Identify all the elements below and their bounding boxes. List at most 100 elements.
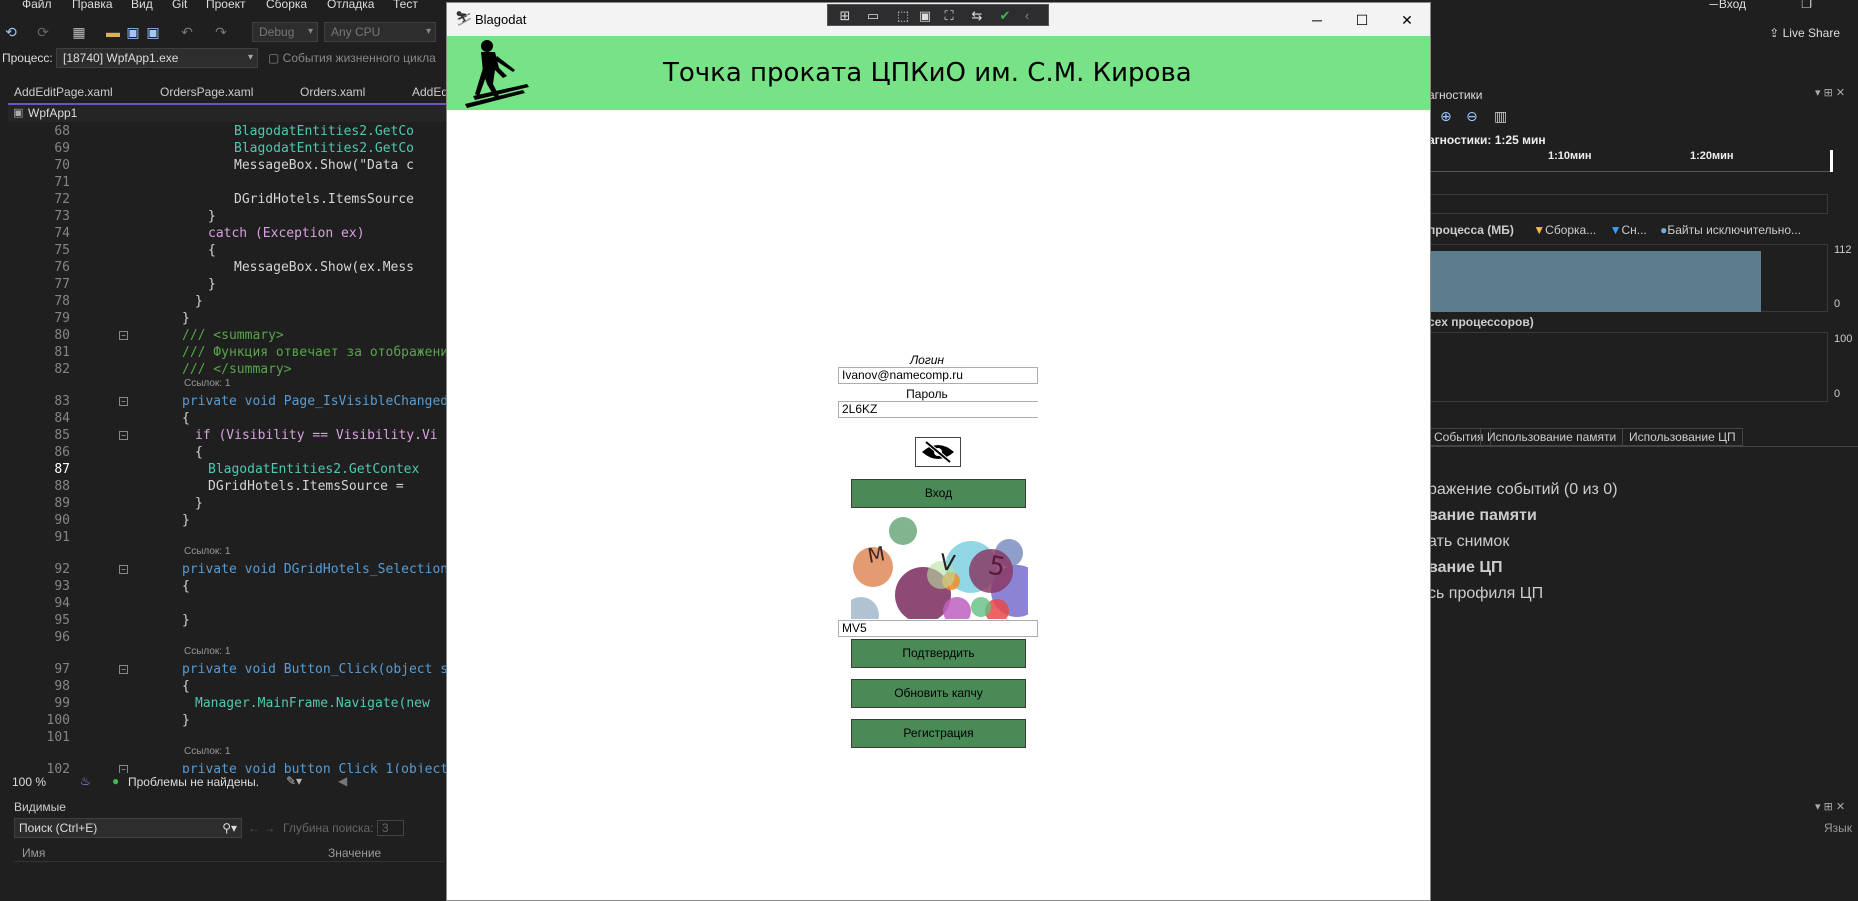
tab-added[interactable]: AddEd — [412, 85, 448, 99]
code-line[interactable]: 96 — [8, 629, 448, 646]
fold-toggle-icon[interactable]: − — [119, 331, 128, 340]
platform-combo[interactable]: Any CPU — [324, 22, 436, 42]
reference-count[interactable]: Ссылок: 1 — [184, 646, 230, 657]
maximize-icon[interactable]: ☐ — [1340, 7, 1384, 33]
app-titlebar[interactable]: ⛷ Blagodat ⊞ ▭ ⬚ ▣ ⛶ ⇆ ✔ ‹ ─ ☐ ✕ — [447, 3, 1430, 36]
menu-view[interactable]: Вид — [131, 0, 153, 11]
code-line[interactable]: 70 MessageBox.Show("Data c — [8, 157, 448, 174]
process-combo[interactable]: [18740] WpfApp1.exe — [56, 48, 258, 68]
fold-toggle-icon[interactable]: − — [119, 665, 128, 674]
save-all-icon[interactable]: ▣ — [144, 23, 162, 41]
diag-item-snapshot[interactable]: ать снимок — [1428, 533, 1509, 551]
refresh-captcha-button[interactable]: Обновить капчу — [851, 679, 1026, 708]
reference-count[interactable]: Ссылок: 1 — [184, 378, 230, 389]
hot-reload-ok-icon[interactable]: ✔ — [996, 7, 1014, 25]
code-line[interactable]: 89} — [8, 495, 448, 512]
menu-project[interactable]: Проект — [206, 0, 246, 11]
locals-search-input[interactable]: Поиск (Ctrl+E) ⚲▾ — [14, 818, 242, 838]
zoom-out-icon[interactable]: ⊖ — [1466, 108, 1478, 125]
diag-item-events[interactable]: ражение событий (0 из 0) — [1428, 481, 1618, 499]
tab-orderspage[interactable]: OrdersPage.xaml — [160, 85, 253, 99]
tab-orders[interactable]: Orders.xaml — [300, 85, 365, 99]
code-line[interactable]: 72 DGridHotels.ItemsSource — [8, 191, 448, 208]
code-line[interactable]: 71 — [8, 174, 448, 191]
code-line[interactable]: 69 BlagodatEntities2.GetCo — [8, 140, 448, 157]
code-line[interactable]: 91 — [8, 529, 448, 546]
save-icon[interactable]: ▣ — [124, 23, 142, 41]
menu-edit[interactable]: Правка — [72, 0, 113, 11]
collapse-toolbar-icon[interactable]: ‹ — [1018, 7, 1036, 25]
code-line[interactable]: 88 DGridHotels.ItemsSource = — [8, 478, 448, 495]
memory-chart[interactable] — [1430, 244, 1828, 312]
reference-count[interactable]: Ссылок: 1 — [184, 746, 230, 757]
enter-button[interactable]: Вход — [851, 479, 1026, 508]
lifecycle-events[interactable]: ▢ События жизненного цикла — [268, 51, 436, 65]
zoom-in-icon[interactable]: ⊕ — [1440, 108, 1452, 125]
layout-adorners-icon[interactable]: ▣ — [916, 7, 934, 25]
code-line[interactable]: 78} — [8, 293, 448, 310]
menu-file[interactable]: Файл — [22, 0, 52, 11]
code-line[interactable]: 74 catch (Exception ex) — [8, 225, 448, 242]
col-name[interactable]: Имя — [22, 846, 45, 860]
back-icon[interactable]: ⟲ — [2, 23, 20, 41]
confirm-button[interactable]: Подтвердить — [851, 639, 1026, 668]
live-share-button[interactable]: ⇪ Live Share — [1769, 26, 1840, 40]
diag-item-memory[interactable]: вание памяти — [1428, 507, 1537, 525]
redo-icon[interactable]: ↷ — [212, 23, 230, 41]
live-tree-icon[interactable]: ⊞ — [836, 7, 854, 25]
diag-item-cpu-profile[interactable]: сь профиля ЦП — [1428, 585, 1543, 603]
code-line[interactable]: 77} — [8, 276, 448, 293]
password-input[interactable]: 2L6KZ — [838, 401, 1038, 418]
code-line[interactable]: 79} — [8, 310, 448, 327]
cpu-chart[interactable] — [1430, 332, 1828, 402]
code-line[interactable]: 93 { — [8, 578, 448, 595]
code-line[interactable]: 101 — [8, 729, 448, 746]
menu-build[interactable]: Сборка — [266, 0, 307, 11]
fold-toggle-icon[interactable]: − — [119, 397, 128, 406]
fold-toggle-icon[interactable]: − — [119, 565, 128, 574]
code-line[interactable]: 86 { — [8, 444, 448, 461]
reset-zoom-icon[interactable]: ▥ — [1494, 108, 1507, 125]
code-line[interactable]: 90} — [8, 512, 448, 529]
code-editor[interactable]: WpfApp1 68 BlagodatEntities2.GetCo 69 Blago… — [8, 103, 456, 777]
vs-window-controls[interactable]: ─ ❐ — [1709, 0, 1852, 11]
code-line[interactable]: 68 BlagodatEntities2.GetCo — [8, 123, 448, 140]
tab-cpu-usage[interactable]: Использование ЦП — [1622, 428, 1743, 446]
register-button[interactable]: Регистрация — [851, 719, 1026, 748]
fold-toggle-icon[interactable]: − — [119, 431, 128, 440]
nav-arrows-icon[interactable]: ← → — [248, 821, 275, 835]
search-depth-combo[interactable]: 3 — [376, 820, 404, 836]
tab-addeditpage[interactable]: AddEditPage.xaml — [14, 85, 113, 99]
code-line[interactable]: 83 − private void Page_IsVisibleChanged( — [8, 393, 456, 410]
code-line[interactable]: 87 BlagodatEntities2.GetContex — [8, 461, 448, 478]
undo-icon[interactable]: ↶ — [178, 23, 196, 41]
bottom-pin-icon[interactable]: ▾ ⊞ ✕ — [1815, 800, 1845, 813]
select-element-icon[interactable]: ⬚ — [894, 7, 912, 25]
code-line[interactable]: 100} — [8, 712, 448, 729]
show-password-button[interactable] — [915, 437, 961, 467]
menu-test[interactable]: Тест — [393, 0, 418, 11]
code-line[interactable]: 81 /// Функция отвечает за отображение — [8, 344, 456, 361]
search-icon[interactable]: ⚲▾ — [222, 819, 237, 837]
binding-failures-icon[interactable]: ⇆ — [968, 7, 986, 25]
close-icon[interactable]: ✕ — [1385, 7, 1429, 33]
code-line[interactable]: 94 — [8, 595, 448, 612]
diag-item-cpu[interactable]: вание ЦП — [1428, 559, 1503, 577]
code-line[interactable]: 97 − private void Button_Click(object se — [8, 661, 456, 678]
code-line[interactable]: 85 − if (Visibility == Visibility.Vi — [8, 427, 448, 444]
diag-pin-icon[interactable]: ▾ ⊞ ✕ — [1815, 86, 1845, 99]
menu-debug[interactable]: Отладка — [327, 0, 374, 11]
brush-icon[interactable]: ✎▾ — [286, 774, 302, 788]
login-input[interactable]: Ivanov@namecomp.ru — [838, 367, 1038, 384]
col-value[interactable]: Значение — [328, 846, 381, 860]
problems-status[interactable]: Проблемы не найдены. — [128, 775, 259, 789]
open-folder-icon[interactable]: ▬ — [104, 23, 122, 41]
menu-git[interactable]: Git — [172, 0, 187, 11]
code-line[interactable]: 82 /// </summary> — [8, 361, 448, 378]
diag-timeline-cursor[interactable] — [1830, 150, 1833, 172]
editor-project-header[interactable]: WpfApp1 — [8, 103, 448, 122]
captcha-input[interactable]: MV5 — [838, 620, 1038, 637]
diag-timeline[interactable] — [1430, 164, 1830, 172]
code-line[interactable]: 75 { — [8, 242, 448, 259]
forward-icon[interactable]: ⟳ — [34, 23, 52, 41]
